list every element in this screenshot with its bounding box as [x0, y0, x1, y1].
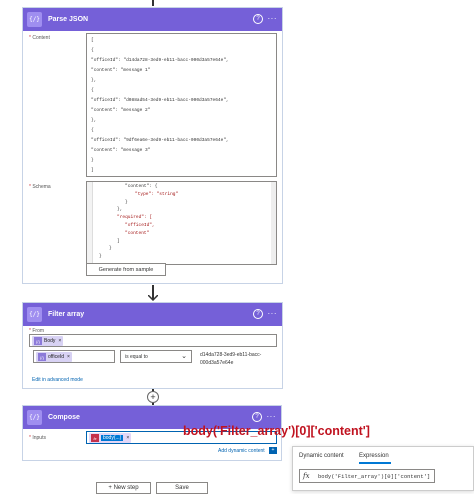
- content-input[interactable]: [ { "officeId": "d14da728-3ed9-eb11-bacc-0…: [86, 33, 277, 177]
- connector-top: [152, 0, 154, 6]
- filter-array-card: {/} Filter array ? ··· * From {/} Body ×…: [22, 302, 283, 389]
- operator-select[interactable]: is equal to ⌄: [120, 350, 192, 363]
- dynamic-content-panel: Dynamic content Expression fx body('Filt…: [292, 446, 474, 491]
- expression-token-label: body(...): [101, 435, 124, 441]
- schema-line: ]: [117, 238, 120, 244]
- save-button[interactable]: Save: [156, 482, 208, 494]
- help-icon[interactable]: ?: [253, 309, 263, 319]
- right-value-line-1: d14da728-3ed9-eb11-bacc-: [200, 352, 262, 358]
- remove-token-icon[interactable]: ×: [58, 338, 61, 344]
- officeid-token-label: officeId: [48, 354, 65, 360]
- condition-right-input[interactable]: d14da728-3ed9-eb11-bacc- 000d3a57e64e: [198, 350, 277, 372]
- tab-expression-underline: [359, 462, 391, 464]
- content-line: "officeId": "d14da728-3ed9-eb11-bacc-000…: [91, 58, 229, 63]
- operator-value: is equal to: [125, 354, 148, 360]
- schema-line: "content": {: [125, 184, 158, 189]
- content-line: "officeId": "d088ad54-3ed9-eb11-bacc-000…: [91, 98, 229, 103]
- expression-token[interactable]: fx body(...) ×: [89, 433, 132, 443]
- schema-line: "officeId",: [125, 223, 155, 228]
- schema-label: * Schema: [29, 184, 51, 190]
- filter-array-title: Filter array: [48, 311, 85, 318]
- remove-token-icon[interactable]: ×: [126, 435, 129, 441]
- parse-json-header[interactable]: {/} Parse JSON ? ···: [23, 8, 282, 31]
- add-dynamic-content-link[interactable]: Add dynamic content: [218, 448, 265, 454]
- help-icon[interactable]: ?: [253, 14, 263, 24]
- tab-dynamic-content[interactable]: Dynamic content: [299, 453, 344, 459]
- content-line: "content": "message 2": [91, 108, 151, 113]
- filter-array-header[interactable]: {/} Filter array ? ···: [23, 303, 282, 326]
- generate-from-sample-button[interactable]: Generate from sample: [86, 263, 166, 276]
- data-operation-icon: {/}: [38, 353, 46, 361]
- content-line: },: [91, 118, 97, 123]
- inputs-label: * Inputs: [29, 435, 46, 441]
- content-line: },: [91, 78, 97, 83]
- expression-input-value: body('Filter_array')[0]['content']: [318, 473, 431, 480]
- content-label: * Content: [29, 35, 50, 41]
- expression-input[interactable]: fx body('Filter_array')[0]['content']: [299, 469, 435, 483]
- content-line: {: [91, 88, 94, 93]
- content-line: [: [91, 38, 94, 43]
- schema-line: }: [125, 199, 128, 205]
- parse-json-card: {/} Parse JSON ? ··· * Content [ { "office…: [22, 7, 283, 284]
- data-operation-icon: {/}: [27, 410, 42, 425]
- more-options-icon[interactable]: ···: [267, 412, 277, 422]
- condition-left-input[interactable]: {/} officeId ×: [33, 350, 115, 363]
- content-line: }: [91, 158, 94, 163]
- data-operation-icon: {/}: [27, 12, 42, 27]
- schema-line: "content": [125, 230, 150, 236]
- insert-step-button[interactable]: +: [147, 391, 159, 403]
- data-operation-icon: {/}: [34, 337, 42, 345]
- schema-scrollbar[interactable]: [271, 182, 276, 264]
- more-options-icon[interactable]: ···: [268, 14, 278, 24]
- content-line: "content": "message 1": [91, 68, 151, 73]
- fx-icon: fx: [303, 472, 310, 480]
- schema-line: "type": "string": [135, 191, 179, 197]
- content-line: {: [91, 48, 94, 53]
- schema-gutter: [87, 182, 93, 264]
- edit-advanced-mode-link[interactable]: Edit in advanced mode: [32, 377, 83, 383]
- content-line: ]: [91, 168, 94, 173]
- add-dynamic-content-icon[interactable]: +: [269, 447, 277, 454]
- tab-expression[interactable]: Expression: [359, 453, 389, 459]
- schema-line: }: [109, 246, 112, 252]
- from-token-label: Body: [44, 338, 56, 344]
- from-token[interactable]: {/} Body ×: [32, 336, 64, 346]
- schema-line: }: [99, 254, 102, 260]
- parse-json-title: Parse JSON: [48, 16, 89, 23]
- schema-editor[interactable]: "content": { "type": "string"}}, "required…: [86, 181, 277, 265]
- schema-line: "required": [: [117, 215, 153, 221]
- content-line: "content": "message 3": [91, 148, 151, 153]
- content-line: "officeId": "9df6ea6e-3ed9-eb11-bacc-000…: [91, 138, 229, 143]
- expression-annotation: body('Filter_array')[0]['content']: [183, 424, 370, 438]
- more-options-icon[interactable]: ···: [268, 309, 278, 319]
- remove-token-icon[interactable]: ×: [67, 354, 70, 360]
- schema-line: },: [117, 207, 123, 213]
- arrow-down-icon: [148, 295, 158, 301]
- chevron-down-icon: ⌄: [181, 353, 187, 360]
- help-icon[interactable]: ?: [252, 412, 262, 422]
- right-value-line-2: 000d3a57e64e: [200, 360, 234, 366]
- content-line: {: [91, 128, 94, 133]
- data-operation-icon: {/}: [27, 307, 42, 322]
- officeid-token[interactable]: {/} officeId ×: [36, 352, 72, 362]
- compose-title: Compose: [48, 414, 80, 421]
- fx-icon: fx: [91, 434, 99, 442]
- new-step-button[interactable]: + New step: [96, 482, 151, 494]
- from-input[interactable]: {/} Body ×: [29, 334, 277, 347]
